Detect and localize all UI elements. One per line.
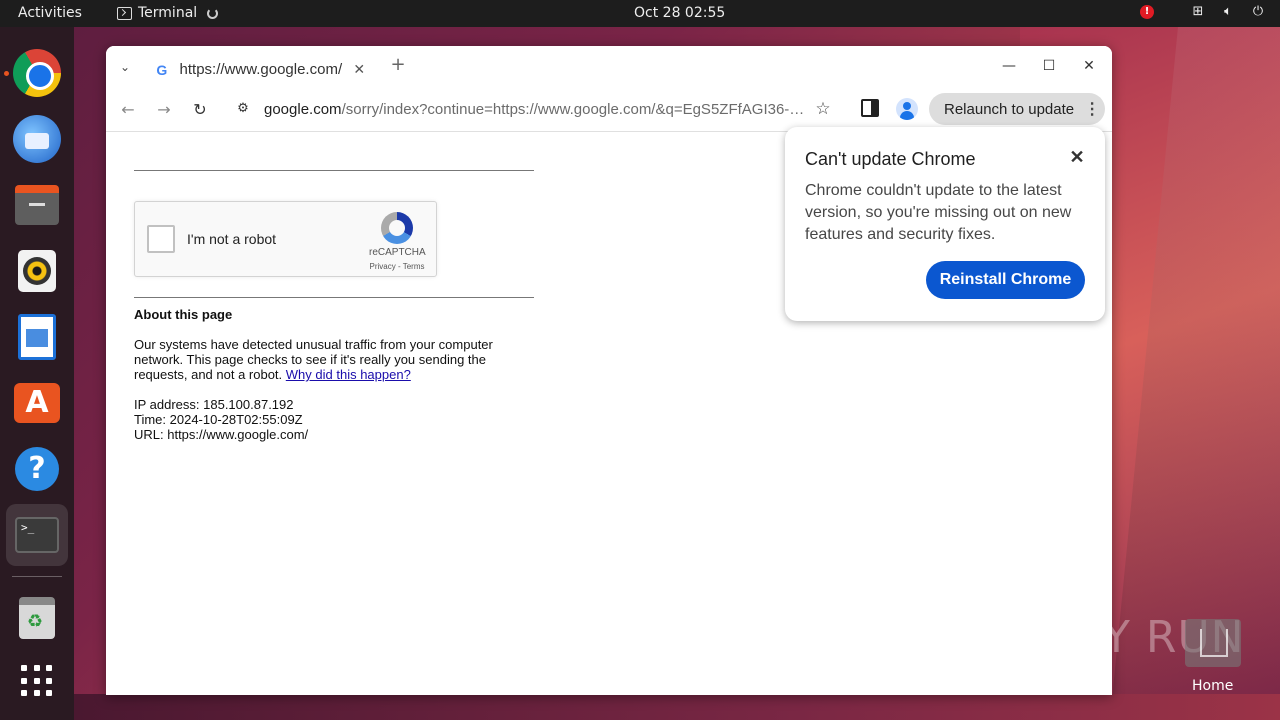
loading-spinner-icon xyxy=(207,7,219,19)
bubble-close-icon[interactable]: ✕ xyxy=(1067,147,1087,167)
terminal-icon xyxy=(117,6,132,20)
dock-terminal[interactable]: >_ xyxy=(12,510,62,560)
dock-rhythmbox[interactable] xyxy=(12,246,62,296)
wallpaper-bottom xyxy=(74,694,1280,720)
address-bar[interactable]: ⚙ google.com/sorry/index?continue=https:… xyxy=(224,92,846,126)
dock-files[interactable] xyxy=(12,180,62,230)
recaptcha-widget: I'm not a robot reCAPTCHA Privacy - Term… xyxy=(134,201,437,277)
thunderbird-icon xyxy=(13,115,61,163)
reload-button[interactable]: ↻ xyxy=(189,99,211,121)
menu-kebab-icon[interactable]: ⋮ xyxy=(1084,99,1100,119)
relaunch-to-update-button[interactable]: Relaunch to update ⋮ xyxy=(929,93,1105,125)
dock-thunderbird[interactable] xyxy=(12,114,62,164)
close-window-button[interactable]: ✕ xyxy=(1079,56,1099,76)
url-path: /sorry/index?continue=https://www.google… xyxy=(341,100,808,118)
app-center-icon: A xyxy=(14,383,60,423)
update-error-bubble: Can't update Chrome ✕ Chrome couldn't up… xyxy=(785,127,1105,321)
about-heading: About this page xyxy=(134,307,233,322)
tab-title: https://www.google.com/ xyxy=(179,61,343,78)
side-panel-icon[interactable] xyxy=(861,99,879,117)
bubble-body: Chrome couldn't update to the latest ver… xyxy=(805,182,1072,243)
dock-writer[interactable] xyxy=(12,312,62,362)
back-button[interactable]: ← xyxy=(117,99,139,121)
site-info-icon[interactable]: ⚙ xyxy=(232,98,254,120)
dock: A ? >_ xyxy=(0,27,74,720)
volume-icon[interactable]: 🔈︎ xyxy=(1220,4,1236,20)
app-menu[interactable]: Terminal xyxy=(117,5,219,21)
trash-icon xyxy=(19,597,55,639)
writer-icon xyxy=(18,314,56,360)
request-info: IP address: 185.100.87.192 Time: 2024-10… xyxy=(134,397,308,442)
alert-icon[interactable]: ! xyxy=(1140,5,1154,19)
activities-button[interactable]: Activities xyxy=(18,5,82,21)
power-icon[interactable]: ⏻ xyxy=(1250,4,1266,20)
rhythmbox-icon xyxy=(18,250,56,292)
dock-separator xyxy=(12,576,62,577)
help-icon: ? xyxy=(15,447,59,491)
bubble-title: Can't update Chrome xyxy=(805,149,976,169)
request-time: Time: 2024-10-28T02:55:09Z xyxy=(134,412,303,427)
tab-close-icon[interactable]: ✕ xyxy=(351,61,368,79)
divider xyxy=(134,297,534,298)
maximize-button[interactable]: ☐ xyxy=(1039,56,1059,76)
request-url: URL: https://www.google.com/ xyxy=(134,427,309,442)
home-label: Home xyxy=(1192,678,1234,694)
dock-help[interactable]: ? xyxy=(12,444,62,494)
bookmark-star-icon[interactable]: ☆ xyxy=(812,98,834,120)
forward-button[interactable]: → xyxy=(153,99,175,121)
files-icon xyxy=(15,185,59,225)
relaunch-label: Relaunch to update xyxy=(944,100,1075,118)
new-tab-button[interactable]: + xyxy=(388,55,408,75)
top-bar: Activities Terminal Oct 28 02:55 ! ⊞ 🔈︎ … xyxy=(0,0,1280,27)
minimize-button[interactable]: — xyxy=(999,56,1019,76)
home-folder-icon[interactable] xyxy=(1185,619,1241,667)
dock-app-center[interactable]: A xyxy=(12,378,62,428)
terminal-icon: >_ xyxy=(15,517,59,553)
tab-bar: ⌄ G https://www.google.com/ ✕ + — ☐ ✕ xyxy=(106,46,1112,87)
recaptcha-logo-icon xyxy=(381,212,413,244)
profile-avatar-icon[interactable] xyxy=(896,98,918,120)
show-apps-icon xyxy=(21,665,53,697)
recaptcha-label: I'm not a robot xyxy=(187,231,277,247)
dock-chrome[interactable] xyxy=(12,48,62,98)
why-link[interactable]: Why did this happen? xyxy=(286,367,411,382)
recaptcha-brand: reCAPTCHA xyxy=(369,247,426,258)
system-tray[interactable]: ! ⊞ 🔈︎ ⏻ xyxy=(1140,4,1266,20)
app-name: Terminal xyxy=(138,5,198,21)
running-indicator xyxy=(4,71,9,76)
reinstall-chrome-button[interactable]: Reinstall Chrome xyxy=(926,261,1085,299)
url-host: google.com xyxy=(264,100,342,118)
recaptcha-checkbox[interactable] xyxy=(147,225,175,253)
dock-show-apps[interactable] xyxy=(12,656,62,706)
divider xyxy=(134,170,534,171)
network-icon[interactable]: ⊞ xyxy=(1190,4,1206,20)
recaptcha-privacy-terms[interactable]: Privacy - Terms xyxy=(367,262,427,271)
dock-trash[interactable] xyxy=(12,593,62,643)
ip-address: IP address: 185.100.87.192 xyxy=(134,397,294,412)
url-text[interactable]: google.com/sorry/index?continue=https://… xyxy=(264,101,808,118)
browser-toolbar: ← → ↻ ⚙ google.com/sorry/index?continue=… xyxy=(106,87,1112,132)
chrome-icon xyxy=(13,49,61,97)
tab-search-button[interactable]: ⌄ xyxy=(116,58,134,76)
google-favicon-icon: G xyxy=(156,61,168,78)
tab-google[interactable]: G https://www.google.com/ ✕ xyxy=(146,52,376,87)
about-paragraph: Our systems have detected unusual traffi… xyxy=(134,337,514,382)
clock[interactable]: Oct 28 02:55 xyxy=(634,5,725,21)
